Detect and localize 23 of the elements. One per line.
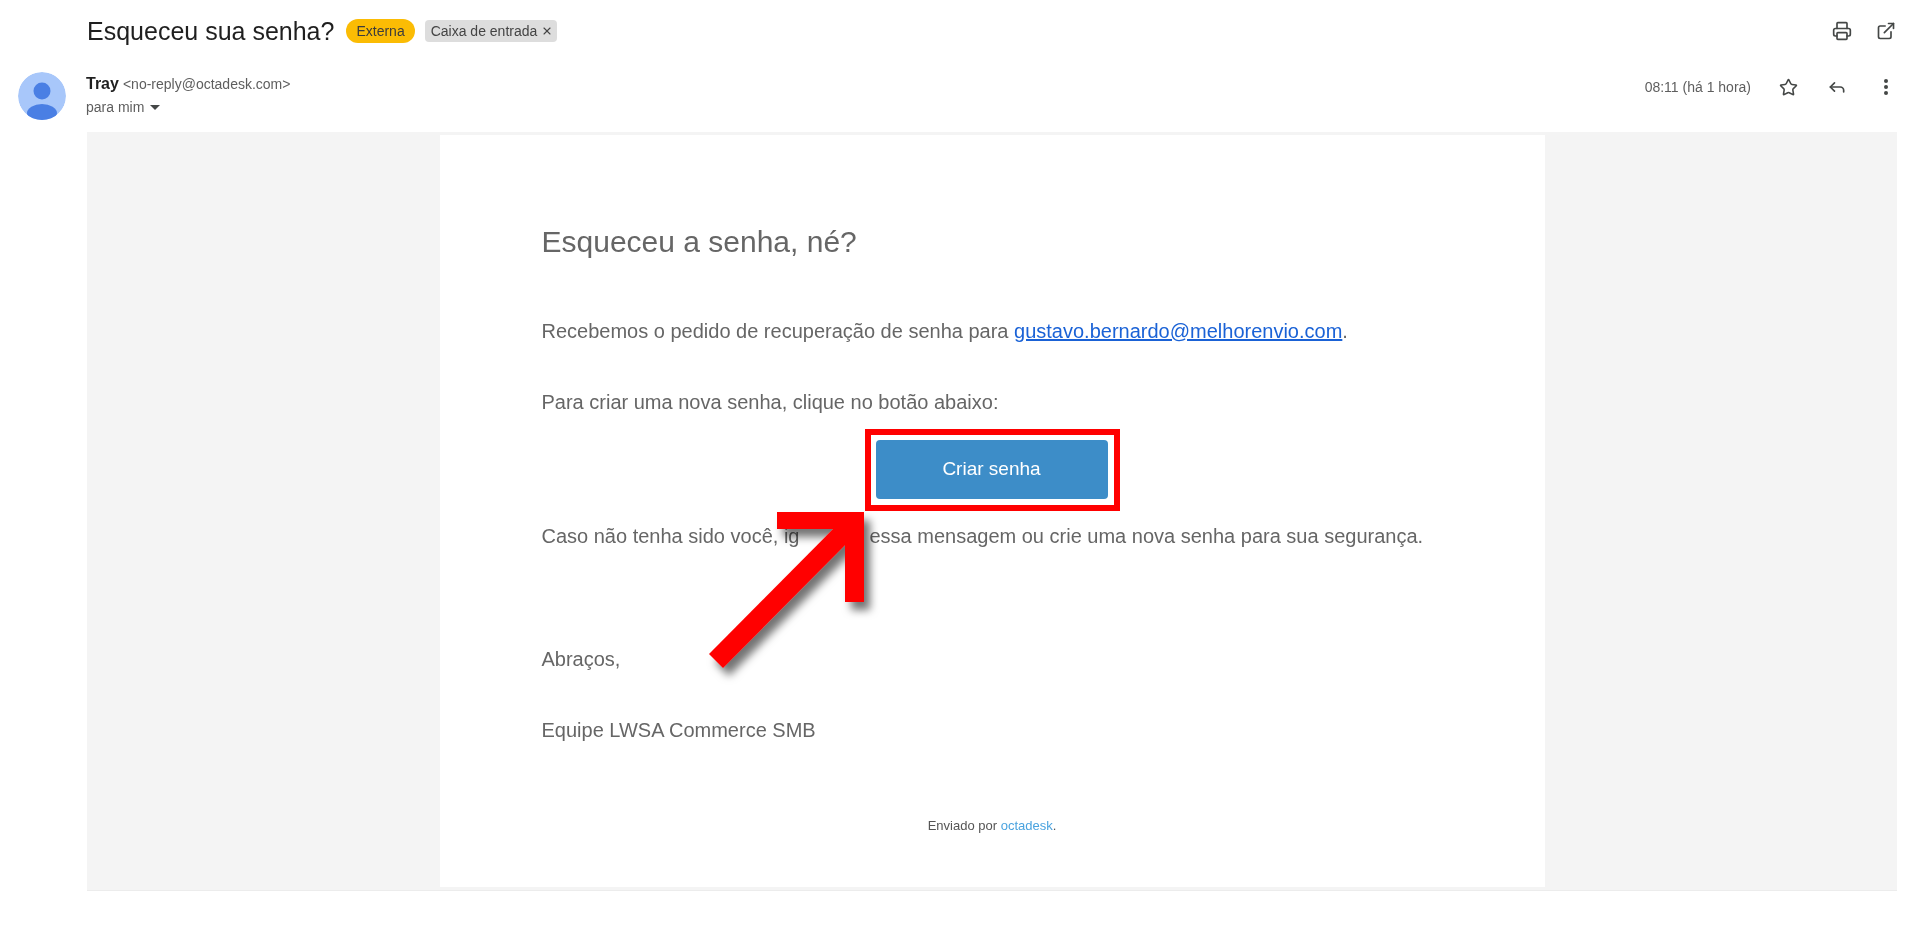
timestamp: 08:11 (há 1 hora) [1644, 77, 1751, 97]
create-password-button[interactable]: Criar senha [875, 440, 1108, 499]
folder-label-text: Caixa de entrada [430, 21, 538, 41]
footer-text: Enviado por octadesk. [926, 817, 1058, 835]
body-paragraph: Para criar uma nova senha, clique no botão abaixo: [541, 390, 1000, 415]
message-heading: Esqueceu a senha, né? [541, 224, 858, 260]
caret-icon [150, 104, 161, 110]
avatar-icon [18, 72, 66, 120]
sender-name: Tray [86, 74, 119, 94]
email-link[interactable]: gustavo.bernardo@melhorenvio.com [1014, 320, 1343, 342]
octadesk-link[interactable]: octadesk [1000, 818, 1053, 833]
body-text-fragment: essa mensagem ou crie uma nova senha para sua segurança. [869, 524, 1424, 549]
external-label: Externa [346, 19, 415, 43]
printer-icon [1832, 21, 1852, 41]
email-subject: Esqueceu sua senha? [87, 18, 335, 44]
body-paragraph: Equipe LWSA Commerce SMB [541, 718, 817, 743]
body-text-fragment: Caso não tenha sido você, ig [541, 524, 800, 549]
sender-address: <no-reply@octadesk.com> [122, 74, 291, 94]
recipient-dropdown[interactable]: para mim [86, 96, 291, 118]
body-paragraph: Abraços, [541, 647, 622, 672]
more-vertical-icon [1884, 79, 1888, 95]
body-paragraph: Recebemos o pedido de recuperação de senha para gustavo.bernardo@melhorenvio.com. [541, 319, 1349, 344]
external-link-icon [1876, 21, 1896, 41]
